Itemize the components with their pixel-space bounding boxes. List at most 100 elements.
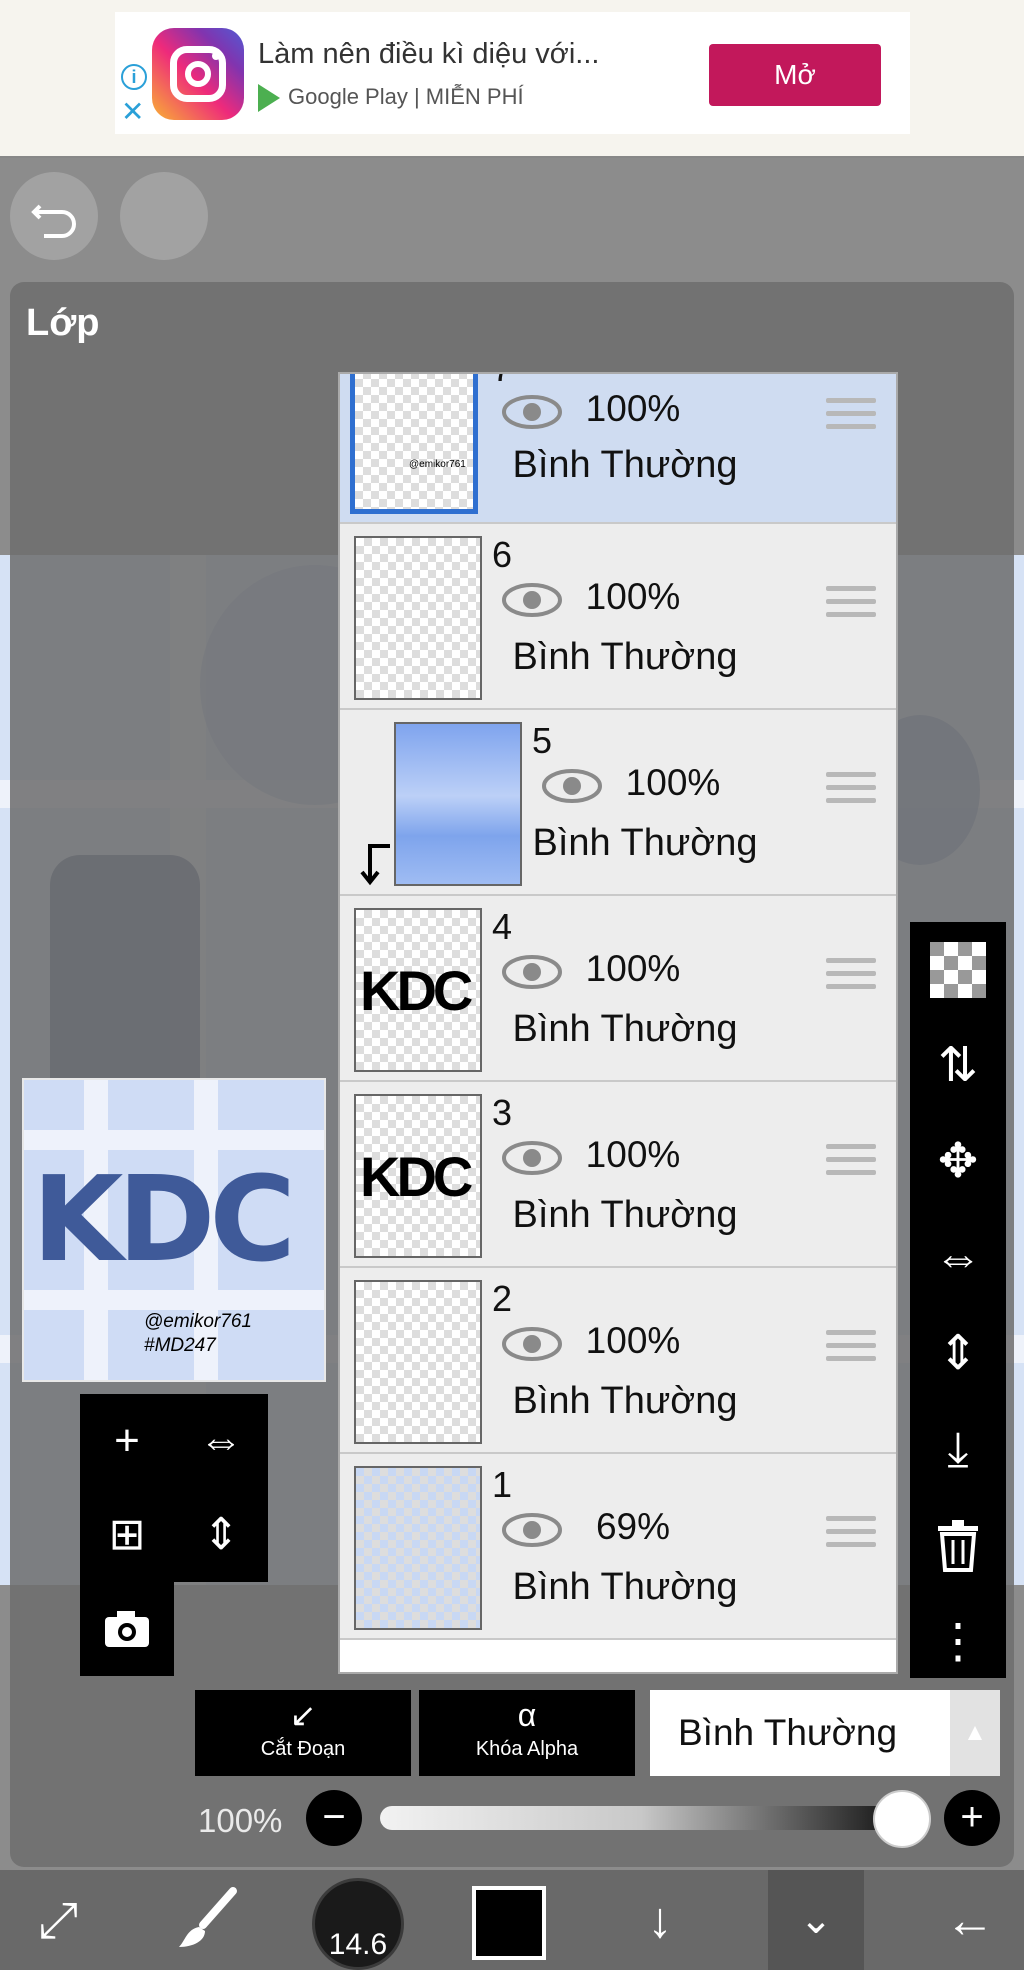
ad-title: Làm nên điều kì diệu với... [258, 38, 600, 70]
layer-tools-bar: ⇅ ✥ ⇔ ⇕ ⤓ ⋮ [910, 922, 1006, 1678]
layer-opacity: 100% [585, 1320, 681, 1361]
layer-opacity: 69% [595, 1506, 671, 1547]
layer-panel-toggle[interactable]: ⌄ [768, 1870, 864, 1970]
layer-thumbnail: @emikor761 [350, 374, 478, 514]
swap-layer-icon[interactable]: ⇅ [910, 1018, 1006, 1114]
left-tools: + ⇔ ⊞ ⇕ [80, 1394, 268, 1676]
layer-number: 2 [492, 1278, 513, 1319]
back-arrow-icon[interactable]: ← [920, 1870, 1020, 1970]
undo-button[interactable] [10, 172, 98, 260]
layer-number: 3 [492, 1092, 513, 1133]
eye-icon[interactable] [502, 1512, 562, 1548]
preview-handle: @emikor761 #MD247 [144, 1310, 252, 1358]
layer-row-6[interactable]: 6 100% Bình Thường [340, 524, 896, 710]
flip-horizontal-icon[interactable]: ⇔ [910, 1210, 1006, 1306]
ad-banner[interactable]: i ✕ Làm nên điều kì diệu với... Google P… [0, 0, 1024, 158]
close-icon[interactable]: ✕ [121, 98, 144, 126]
layer-blend-mode: Bình Thường [512, 1008, 738, 1050]
eye-icon[interactable] [502, 394, 562, 430]
layer-blend-mode: Bình Thường [532, 822, 758, 864]
layer-thumbnail [394, 722, 522, 886]
drag-handle-icon[interactable] [826, 1516, 876, 1555]
alpha-lock-button[interactable]: α Khóa Alpha [419, 1690, 635, 1776]
drag-handle-icon[interactable] [826, 1330, 876, 1369]
brush-icon[interactable] [160, 1870, 256, 1970]
layer-row-1[interactable]: 1 69% Bình Thường [340, 1454, 896, 1640]
layer-thumbnail: KDC [354, 1094, 482, 1258]
info-icon[interactable]: i [121, 64, 147, 90]
eye-icon[interactable] [502, 954, 562, 990]
clipping-arrow-icon [360, 844, 390, 886]
transparency-icon[interactable] [910, 922, 1006, 1018]
arrow-down-icon[interactable]: ↓ [612, 1870, 708, 1970]
redo-button[interactable] [120, 172, 208, 260]
eye-icon[interactable] [502, 1140, 562, 1176]
panel-title: Lớp [26, 302, 100, 344]
layer-row-5[interactable]: 5 100% Bình Thường [340, 710, 896, 896]
opacity-decrease-button[interactable]: − [306, 1790, 362, 1846]
blend-mode-select[interactable]: Bình Thường [650, 1690, 950, 1776]
layer-blend-mode: Bình Thường [512, 1194, 738, 1236]
layer-opacity: 100% [585, 1134, 681, 1175]
opacity-label: 100% [198, 1802, 283, 1839]
layer-list[interactable]: @emikor761 7 100% Bình Thường 6 100% Bìn… [338, 372, 898, 1674]
instagram-logo-icon [152, 28, 244, 120]
flip-icon[interactable]: ⇔ [174, 1394, 268, 1488]
layer-thumbnail [354, 1466, 482, 1630]
drag-handle-icon[interactable] [826, 398, 876, 437]
thumbnail-text: KDC [360, 1145, 473, 1208]
opacity-slider[interactable] [380, 1806, 902, 1830]
thumbnail-text: @emikor761 [409, 459, 466, 470]
drag-handle-icon[interactable] [826, 772, 876, 811]
alpha-lock-label: Khóa Alpha [475, 1738, 579, 1760]
layer-number: 5 [532, 720, 553, 761]
opacity-increase-button[interactable]: + [944, 1790, 1000, 1846]
trash-icon[interactable] [910, 1498, 1006, 1594]
flip-vertical-icon[interactable]: ⇕ [910, 1306, 1006, 1402]
drag-handle-icon[interactable] [826, 958, 876, 997]
layer-blend-mode: Bình Thường [512, 444, 738, 486]
layer-row-4[interactable]: KDC 4 100% Bình Thường [340, 896, 896, 1082]
color-swatch[interactable] [472, 1886, 546, 1960]
layer-number: 7 [492, 374, 512, 390]
layer-thumbnail: KDC [354, 908, 482, 1072]
thumbnail-text: KDC [360, 959, 473, 1022]
camera-icon[interactable] [80, 1582, 174, 1676]
ad-open-button[interactable]: Mở [709, 44, 881, 106]
layer-thumbnail [354, 1280, 482, 1444]
layer-opacity: 100% [585, 948, 681, 989]
add-special-icon[interactable]: ⊞ [80, 1488, 174, 1582]
more-icon[interactable]: ⋮ [910, 1594, 1006, 1690]
eye-icon[interactable] [502, 582, 562, 618]
eye-icon[interactable] [542, 768, 602, 804]
google-play-icon [258, 84, 280, 112]
merge-down-icon[interactable]: ⤓ [910, 1402, 1006, 1498]
layer-blend-mode: Bình Thường [512, 1380, 738, 1422]
eye-icon[interactable] [502, 1326, 562, 1362]
transform-tool-icon[interactable]: ⤢ [10, 1870, 106, 1970]
ad-store-label: Google Play | MIỄN PHÍ [288, 84, 524, 109]
layer-thumbnail [354, 536, 482, 700]
drag-handle-icon[interactable] [826, 586, 876, 625]
flip-vertical-icon[interactable]: ⇕ [174, 1488, 268, 1582]
layer-blend-mode: Bình Thường [512, 636, 738, 678]
chevron-up-icon[interactable]: ▲ [950, 1690, 1000, 1776]
canvas-preview[interactable]: KDC @emikor761 #MD247 [22, 1078, 326, 1382]
clipping-icon: ↙ [289, 1697, 317, 1733]
drag-handle-icon[interactable] [826, 1144, 876, 1183]
clipping-label: Cắt Đoạn [260, 1738, 346, 1760]
brush-size-value: 14.6 [328, 1928, 388, 1961]
add-layer-icon[interactable]: + [80, 1394, 174, 1488]
opacity-slider-thumb[interactable] [873, 1790, 931, 1848]
layer-row-2[interactable]: 2 100% Bình Thường [340, 1268, 896, 1454]
preview-grid-line [24, 1290, 324, 1310]
layer-row-7[interactable]: @emikor761 7 100% Bình Thường [340, 374, 896, 524]
clipping-button[interactable]: ↙ Cắt Đoạn [195, 1690, 411, 1776]
layer-row-3[interactable]: KDC 3 100% Bình Thường [340, 1082, 896, 1268]
layer-opacity: 100% [585, 388, 681, 429]
move-icon[interactable]: ✥ [910, 1114, 1006, 1210]
preview-grid-line [24, 1130, 324, 1150]
layer-number: 4 [492, 906, 513, 947]
layer-opacity: 100% [625, 762, 721, 803]
preview-handle-text: @emikor761 [144, 1311, 252, 1332]
